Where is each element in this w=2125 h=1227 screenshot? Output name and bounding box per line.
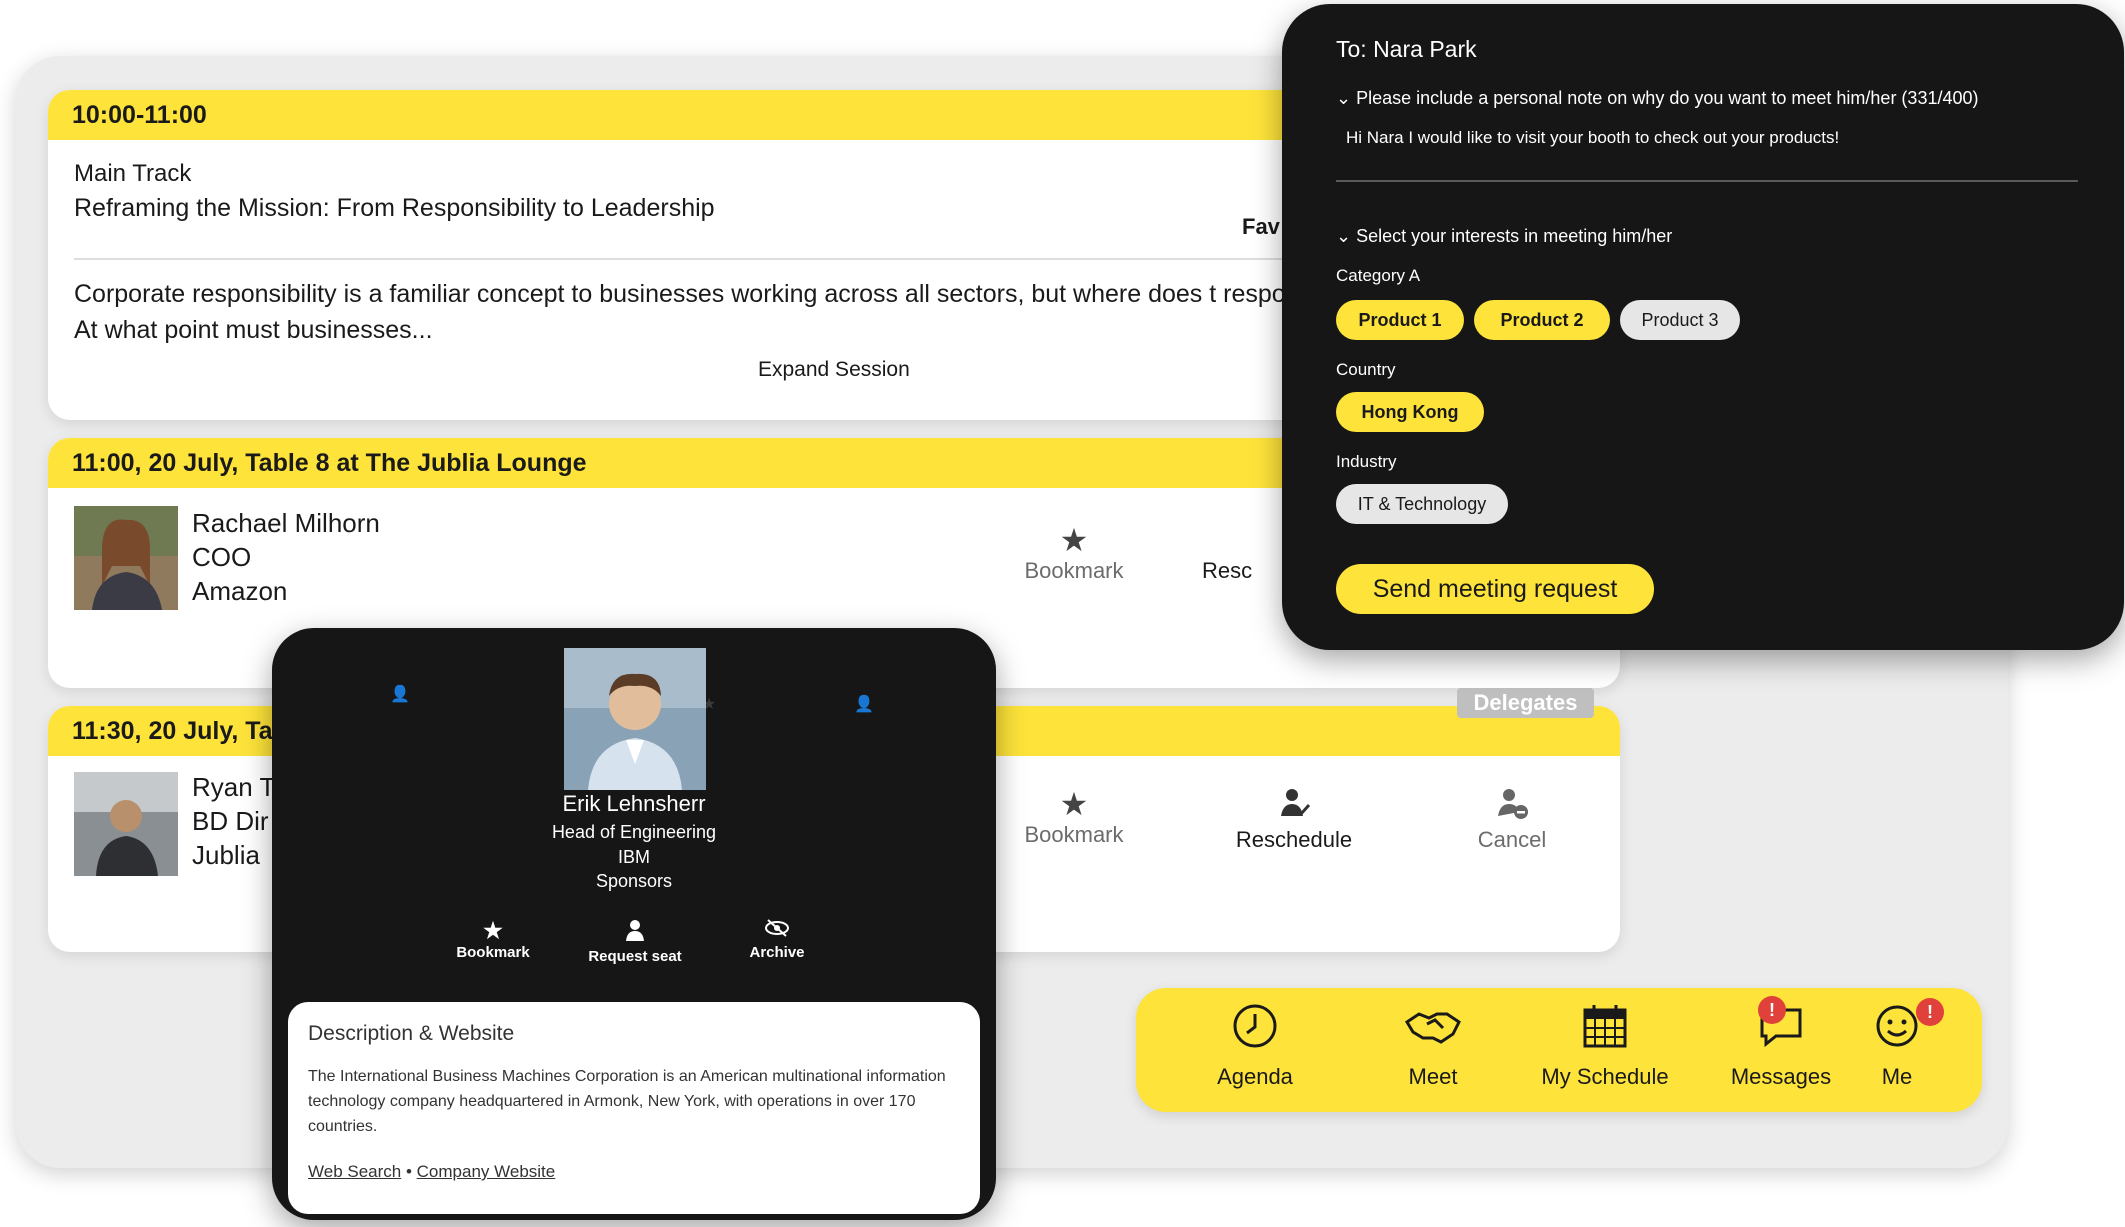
company-website-link[interactable]: Company Website [417, 1162, 556, 1181]
description-heading: Description & Website [308, 1022, 515, 1045]
star-icon: ★ [1059, 786, 1089, 822]
note-label: Please include a personal note on why do… [1356, 88, 1979, 108]
recipient-heading: To: Nara Park [1336, 36, 1477, 62]
category-a-label: Category A [1336, 266, 1421, 285]
nav-my-schedule[interactable]: My Schedule [1520, 1002, 1690, 1090]
reschedule-button[interactable]: Reschedule [1214, 786, 1374, 853]
background-meet-icon: 👤 [390, 686, 410, 703]
avatar [74, 506, 178, 610]
archive-button[interactable]: Archive [722, 918, 832, 961]
avatar [74, 772, 178, 876]
reschedule-label: Reschedule [1235, 827, 1353, 852]
person-remove-icon [1432, 786, 1592, 827]
send-meeting-request-button[interactable]: Send meeting request [1336, 564, 1654, 614]
bookmark-label: Bookmark [456, 944, 530, 961]
delegates-tag: Delegates [1457, 688, 1594, 718]
nav-agenda[interactable]: Agenda [1170, 1002, 1340, 1090]
profile-card[interactable]: 👤 👤 ★ Erik Lehnsherr Head of Engineering… [272, 628, 996, 1220]
nav-label: Me [1881, 1064, 1913, 1089]
clock-icon [1233, 1004, 1277, 1048]
chip-product-1[interactable]: Product 1 [1336, 300, 1464, 340]
person-check-icon [1214, 786, 1374, 827]
chip-product-3[interactable]: Product 3 [1620, 300, 1740, 340]
request-seat-button[interactable]: Request seat [580, 918, 690, 965]
background-meet-icon: 👤 [854, 696, 874, 713]
chevron-down-icon: ⌄ [1336, 226, 1352, 246]
profile-photo [564, 648, 706, 790]
profile-company: IBM [617, 847, 650, 867]
industry-label: Industry [1336, 452, 1397, 471]
smiley-icon [1876, 1005, 1918, 1047]
bookmark-button[interactable]: ★ Bookmark [994, 786, 1154, 848]
person-icon [580, 918, 690, 948]
note-input[interactable]: Hi Nara I would like to visit your booth… [1346, 128, 1839, 148]
chip-country[interactable]: Hong Kong [1336, 392, 1484, 432]
description-text: The International Business Machines Corp… [308, 1068, 946, 1135]
country-label: Country [1336, 360, 1396, 379]
request-seat-label: Request seat [588, 948, 682, 965]
favourite-button[interactable]: Fav [1242, 214, 1280, 240]
chip-product-2[interactable]: Product 2 [1474, 300, 1610, 340]
nav-label: Meet [1408, 1064, 1458, 1089]
calendar-icon [1583, 1005, 1627, 1048]
bottom-nav: Agenda Meet My Schedule Messages ! Me ! [1136, 988, 1982, 1112]
archive-label: Archive [749, 944, 805, 961]
messages-alert-badge: ! [1758, 996, 1786, 1024]
person-role: COO [192, 542, 252, 572]
profile-title: Head of Engineering [551, 822, 717, 842]
nav-label: Agenda [1217, 1064, 1293, 1089]
bookmark-button[interactable]: ★ Bookmark [438, 918, 548, 961]
interests-section-toggle[interactable]: ⌄ Select your interests in meeting him/h… [1336, 226, 1672, 247]
person-name: Ryan T [192, 772, 276, 802]
bookmark-button[interactable]: ★ Bookmark [994, 522, 1154, 584]
meeting-request-panel[interactable]: To: Nara Park ⌄ Please include a persona… [1282, 4, 2124, 650]
note-section-toggle[interactable]: ⌄ Please include a personal note on why … [1336, 88, 1979, 109]
session-title: Reframing the Mission: From Responsibili… [74, 194, 715, 222]
nav-me[interactable]: Me [1812, 1002, 1982, 1090]
star-icon: ★ [483, 918, 503, 943]
note-input-underline [1336, 180, 2078, 182]
bookmark-label: Bookmark [1024, 822, 1124, 847]
reschedule-label: Resc [1202, 558, 1253, 583]
person-company: Amazon [192, 576, 288, 606]
me-alert-badge: ! [1916, 998, 1944, 1026]
eye-off-icon [722, 918, 832, 944]
cancel-label: Cancel [1477, 827, 1547, 852]
person-company: Jublia [192, 840, 260, 870]
link-separator: • [405, 1162, 412, 1181]
chevron-down-icon: ⌄ [1336, 88, 1352, 108]
handshake-icon [1404, 1012, 1461, 1044]
description-links: Web Search • Company Website [308, 1162, 555, 1182]
bookmark-label: Bookmark [1024, 558, 1124, 583]
chip-industry[interactable]: IT & Technology [1336, 484, 1508, 524]
expand-session-link[interactable]: Expand Session [758, 358, 910, 382]
nav-label: My Schedule [1541, 1064, 1669, 1089]
session-track: Main Track [74, 160, 192, 187]
profile-category: Sponsors [595, 871, 673, 891]
interests-label: Select your interests in meeting him/her [1356, 226, 1673, 246]
nav-meet[interactable]: Meet [1348, 1002, 1518, 1090]
web-search-link[interactable]: Web Search [308, 1162, 401, 1181]
description-panel: Description & Website The International … [288, 1002, 980, 1214]
person-role: BD Dir [192, 806, 269, 836]
star-icon: ★ [1059, 522, 1089, 558]
profile-name: Erik Lehnsherr [562, 791, 706, 816]
person-name: Rachael Milhorn [192, 508, 380, 538]
cancel-button[interactable]: Cancel [1432, 786, 1592, 853]
